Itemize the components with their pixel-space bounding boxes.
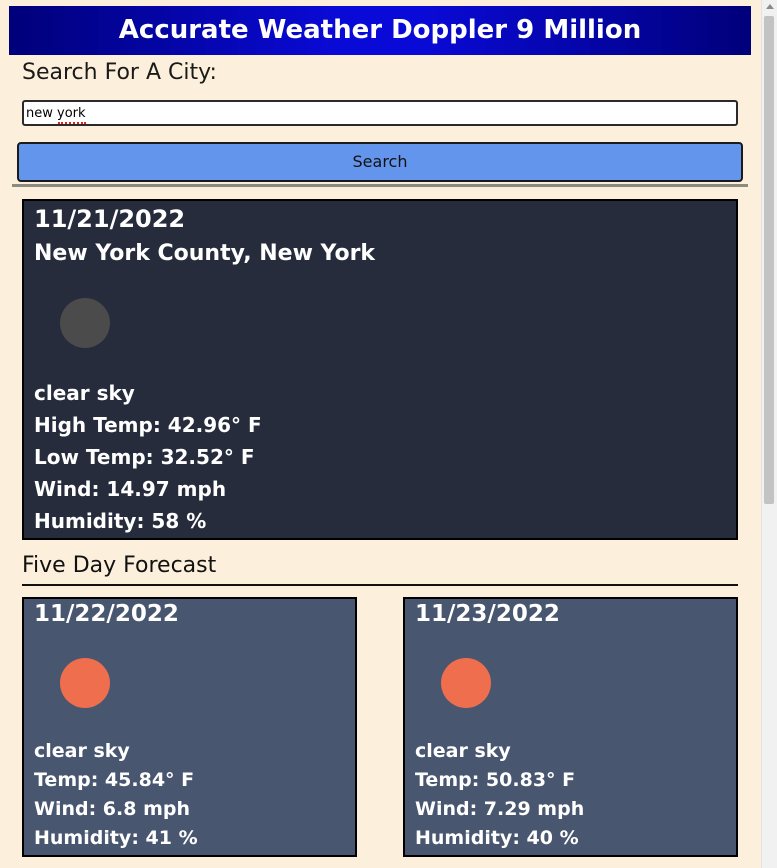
app-title: Accurate Weather Doppler 9 Million	[9, 6, 751, 55]
forecast-card: 11/22/2022 clear sky Temp: 45.84° F Wind…	[22, 597, 357, 857]
forecast-date: 11/22/2022	[34, 601, 179, 627]
forecast-temp: Temp: 45.84° F	[34, 769, 195, 791]
forecast-underline	[22, 584, 738, 586]
sun-icon	[60, 658, 110, 708]
forecast-wind: Wind: 7.29 mph	[415, 798, 585, 820]
search-label: Search For A City:	[22, 60, 217, 85]
spellcheck-underline	[58, 120, 86, 124]
vertical-scrollbar[interactable]	[761, 0, 777, 868]
forecast-humidity: Humidity: 41 %	[34, 827, 198, 849]
search-button[interactable]: Search	[17, 142, 743, 182]
weather-app: Accurate Weather Doppler 9 Million Searc…	[0, 0, 777, 868]
current-description: clear sky	[34, 381, 135, 405]
city-search-input[interactable]	[22, 100, 738, 126]
forecast-card: 11/23/2022 clear sky Temp: 50.83° F Wind…	[403, 597, 738, 857]
current-high-temp: High Temp: 42.96° F	[34, 413, 262, 437]
forecast-wind: Wind: 6.8 mph	[34, 798, 191, 820]
scrollbar-thumb[interactable]	[764, 16, 774, 504]
forecast-description: clear sky	[415, 740, 511, 762]
moon-icon	[60, 298, 110, 348]
current-humidity: Humidity: 58 %	[34, 509, 207, 533]
current-wind: Wind: 14.97 mph	[34, 477, 227, 501]
forecast-date: 11/23/2022	[415, 601, 560, 627]
forecast-temp: Temp: 50.83° F	[415, 769, 576, 791]
forecast-description: clear sky	[34, 740, 130, 762]
current-date: 11/21/2022	[34, 205, 186, 233]
sun-icon	[441, 658, 491, 708]
current-low-temp: Low Temp: 32.52° F	[34, 445, 255, 469]
current-weather-card: 11/21/2022 New York County, New York cle…	[22, 199, 738, 540]
section-divider	[12, 184, 748, 187]
scroll-up-arrow-icon[interactable]	[766, 4, 774, 9]
forecast-humidity: Humidity: 40 %	[415, 827, 579, 849]
forecast-title: Five Day Forecast	[22, 553, 217, 578]
current-city: New York County, New York	[34, 241, 376, 266]
